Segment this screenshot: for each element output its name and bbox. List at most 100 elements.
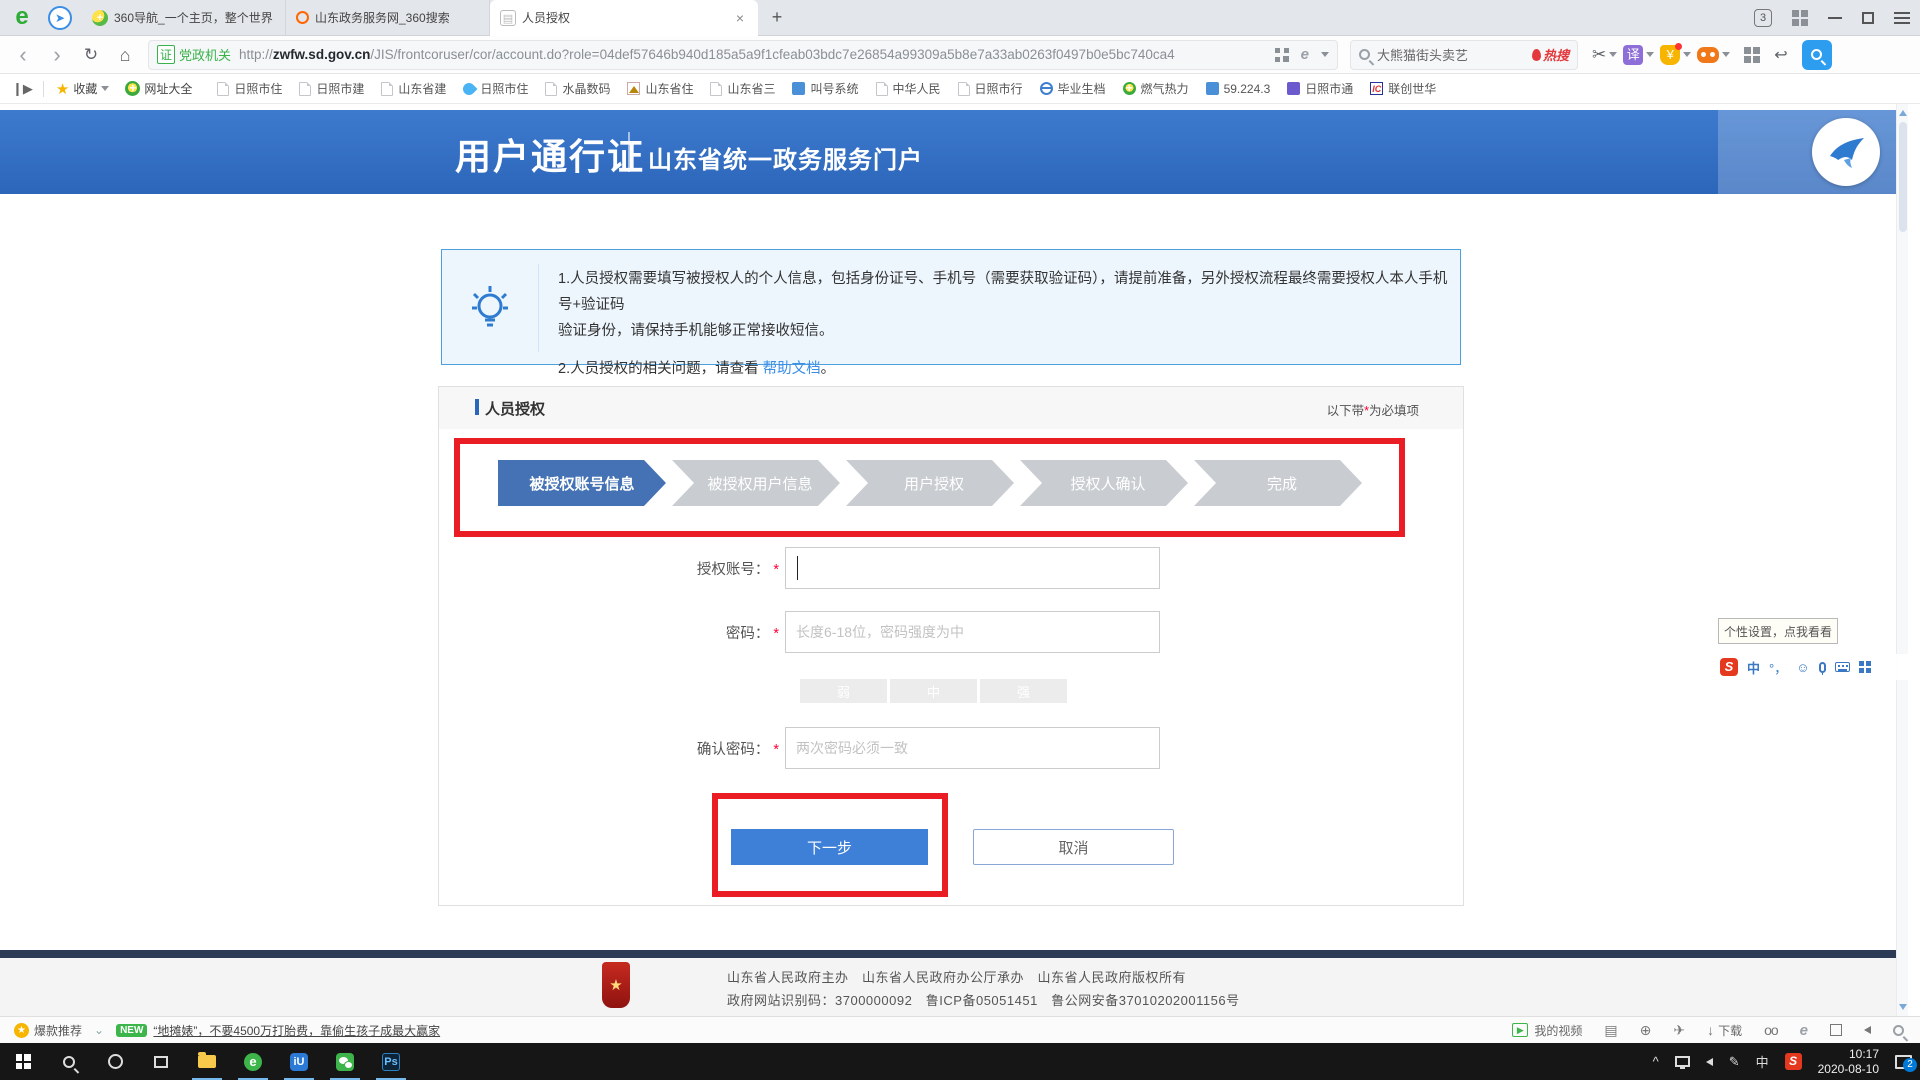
extensions-grid-icon[interactable] xyxy=(1744,47,1760,63)
address-bar[interactable]: 证 党政机关 http://zwfw.sd.gov.cn/JIS/frontco… xyxy=(148,40,1338,70)
bookmarks-expand-icon[interactable]: ❙▶ xyxy=(12,81,44,97)
promo-label[interactable]: 爆款推荐 xyxy=(34,1022,82,1039)
ime-toolbox-icon[interactable] xyxy=(1859,661,1871,673)
sogou-tray-icon[interactable]: S xyxy=(1785,1053,1802,1070)
chevron-down-icon[interactable] xyxy=(1321,52,1329,57)
bookmark-item[interactable]: 山东省住 xyxy=(627,80,693,97)
scrollbar-thumb[interactable] xyxy=(1899,122,1907,232)
password-input[interactable] xyxy=(785,611,1160,653)
home-button[interactable]: ⌂ xyxy=(108,38,142,72)
undo-arrow-icon[interactable]: ↩ xyxy=(1774,45,1787,65)
qr-code-icon[interactable] xyxy=(1275,48,1289,62)
bookmark-item[interactable]: 中华人民 xyxy=(876,80,941,97)
minimize-button[interactable] xyxy=(1828,17,1842,19)
translate-tool[interactable]: 译 xyxy=(1623,45,1654,65)
maximize-button[interactable] xyxy=(1862,12,1874,24)
ime-mode-chinese[interactable]: 中 xyxy=(1747,658,1760,677)
pen-icon[interactable]: ✎ xyxy=(1729,1054,1740,1070)
360-browser-button[interactable]: e xyxy=(230,1043,276,1080)
zoom-search-icon[interactable] xyxy=(1893,1025,1904,1036)
tab-360-search[interactable]: 山东政务服务网_360搜索 xyxy=(286,0,490,36)
ime-mode-indicator[interactable]: 中 xyxy=(1756,1052,1769,1071)
photoshop-button[interactable]: Ps xyxy=(368,1043,414,1080)
incognito-icon[interactable]: oo xyxy=(1764,1022,1778,1038)
bookmark-item[interactable]: 59.224.3 xyxy=(1206,82,1271,96)
taskbar-search-button[interactable] xyxy=(46,1043,92,1080)
confirm-password-input[interactable] xyxy=(785,727,1160,769)
browser-logo-icon[interactable]: e xyxy=(10,6,34,30)
tab-count-badge[interactable]: 3 xyxy=(1754,9,1772,27)
help-doc-link[interactable]: 帮助文档 xyxy=(763,361,821,377)
bookmark-item[interactable]: 日照市通 xyxy=(1287,80,1353,97)
bookmark-item[interactable]: 日照市行 xyxy=(958,80,1023,97)
forward-button[interactable]: › xyxy=(40,38,74,72)
bookmark-item[interactable]: 叫号系统 xyxy=(792,80,858,97)
network-icon[interactable] xyxy=(1675,1056,1690,1067)
microphone-icon[interactable] xyxy=(1819,662,1826,673)
scroll-down-icon[interactable] xyxy=(1899,1004,1907,1010)
search-box[interactable]: 大熊猫街头卖艺 热搜 xyxy=(1350,40,1578,70)
search-query[interactable]: 大熊猫街头卖艺 xyxy=(1377,45,1468,64)
browser-menu-button[interactable] xyxy=(1894,12,1910,24)
cortana-button[interactable] xyxy=(92,1043,138,1080)
file-explorer-button[interactable] xyxy=(184,1043,230,1080)
tab-close-icon[interactable]: × xyxy=(732,10,748,26)
mute-speaker-icon[interactable] xyxy=(1864,1026,1871,1034)
speed-mode-icon[interactable]: ⊕ xyxy=(1640,1022,1652,1039)
ime-tooltip[interactable]: 个性设置，点我看看 xyxy=(1718,618,1838,644)
gov-emblem-badge: ★ xyxy=(602,962,630,1008)
refresh-button[interactable]: ↻ xyxy=(74,38,108,72)
bookmark-item[interactable]: 日照市建 xyxy=(299,80,364,97)
compat-icon[interactable]: e xyxy=(1800,1022,1808,1039)
scroll-up-icon[interactable] xyxy=(1899,110,1907,116)
tab-360-nav[interactable]: + 360导航_一个主页，整个世界 xyxy=(82,0,286,36)
ime-punctuation[interactable]: °， xyxy=(1769,658,1787,677)
chevron-icon[interactable]: ⌄ xyxy=(94,1023,104,1037)
apps-grid-icon[interactable] xyxy=(1792,10,1808,26)
bookmark-item[interactable]: 水晶数码 xyxy=(545,80,610,97)
notification-center-icon[interactable]: 2 xyxy=(1895,1055,1912,1069)
tray-expand-icon[interactable]: ^ xyxy=(1653,1054,1659,1069)
bookmark-item[interactable]: 日照市住 xyxy=(463,80,528,97)
notice-line-2: 验证身份，请保持手机能够正常接收短信。 xyxy=(558,318,1448,344)
my-video-button[interactable]: ▶我的视频 xyxy=(1512,1022,1582,1039)
bookmark-item[interactable]: +燃气热力 xyxy=(1123,80,1189,97)
boost-icon[interactable]: ✈ xyxy=(1673,1022,1685,1039)
sogou-logo-icon[interactable]: S xyxy=(1720,658,1738,676)
bookmark-nav-all[interactable]: + 网址大全 xyxy=(125,80,192,97)
nav-send-icon[interactable]: ➤ xyxy=(48,6,72,30)
wallet-shield-tool[interactable]: ¥ xyxy=(1660,45,1691,65)
start-button[interactable] xyxy=(0,1043,46,1080)
bookmark-item[interactable]: IC联创世华 xyxy=(1370,80,1436,97)
account-input[interactable] xyxy=(785,547,1160,589)
screenshot-tool[interactable]: ✂ xyxy=(1592,45,1617,65)
tab-person-auth-active[interactable]: ▤ 人员授权 × xyxy=(490,0,758,36)
snapshot-icon[interactable]: ▤ xyxy=(1604,1022,1617,1039)
wechat-button[interactable] xyxy=(322,1043,368,1080)
bookmark-item[interactable]: 山东省建 xyxy=(381,80,446,97)
promo-star-icon: ★ xyxy=(14,1023,29,1038)
download-button[interactable]: ↓下载 xyxy=(1707,1022,1742,1039)
window-mode-icon[interactable] xyxy=(1830,1024,1842,1036)
hot-search[interactable]: 热搜 xyxy=(1532,45,1569,64)
volume-icon[interactable] xyxy=(1706,1058,1713,1066)
news-headline-link[interactable]: “地摊婊”，不要4500万打胎费，靠偷生孩子成最大赢家 xyxy=(153,1022,440,1039)
game-center-tool[interactable] xyxy=(1697,47,1730,63)
taskbar-clock[interactable]: 10:17 2020-08-10 xyxy=(1818,1047,1879,1077)
bookmark-item[interactable]: 日照市住 xyxy=(217,80,282,97)
favorites-menu[interactable]: ★ 收藏 xyxy=(56,80,109,98)
emoji-icon[interactable]: ☺ xyxy=(1796,660,1809,675)
back-button[interactable]: ‹ xyxy=(6,38,40,72)
drag-search-chip[interactable] xyxy=(1802,40,1832,70)
compat-mode-icon[interactable]: e xyxy=(1301,46,1309,63)
ime-toolbar[interactable]: S 中 °， ☺ xyxy=(1714,654,1920,680)
new-tab-button[interactable]: + xyxy=(764,5,790,31)
bookmark-item[interactable]: 毕业生档 xyxy=(1040,80,1106,97)
cancel-button[interactable]: 取消 xyxy=(973,829,1174,865)
url-text[interactable]: http://zwfw.sd.gov.cn/JIS/frontcoruser/c… xyxy=(239,47,1175,62)
keyboard-icon[interactable] xyxy=(1835,662,1850,672)
iu-app-button[interactable]: iU xyxy=(276,1043,322,1080)
bookmark-item[interactable]: 山东省三 xyxy=(710,80,775,97)
task-view-button[interactable] xyxy=(138,1043,184,1080)
page-scrollbar[interactable] xyxy=(1896,104,1908,1016)
